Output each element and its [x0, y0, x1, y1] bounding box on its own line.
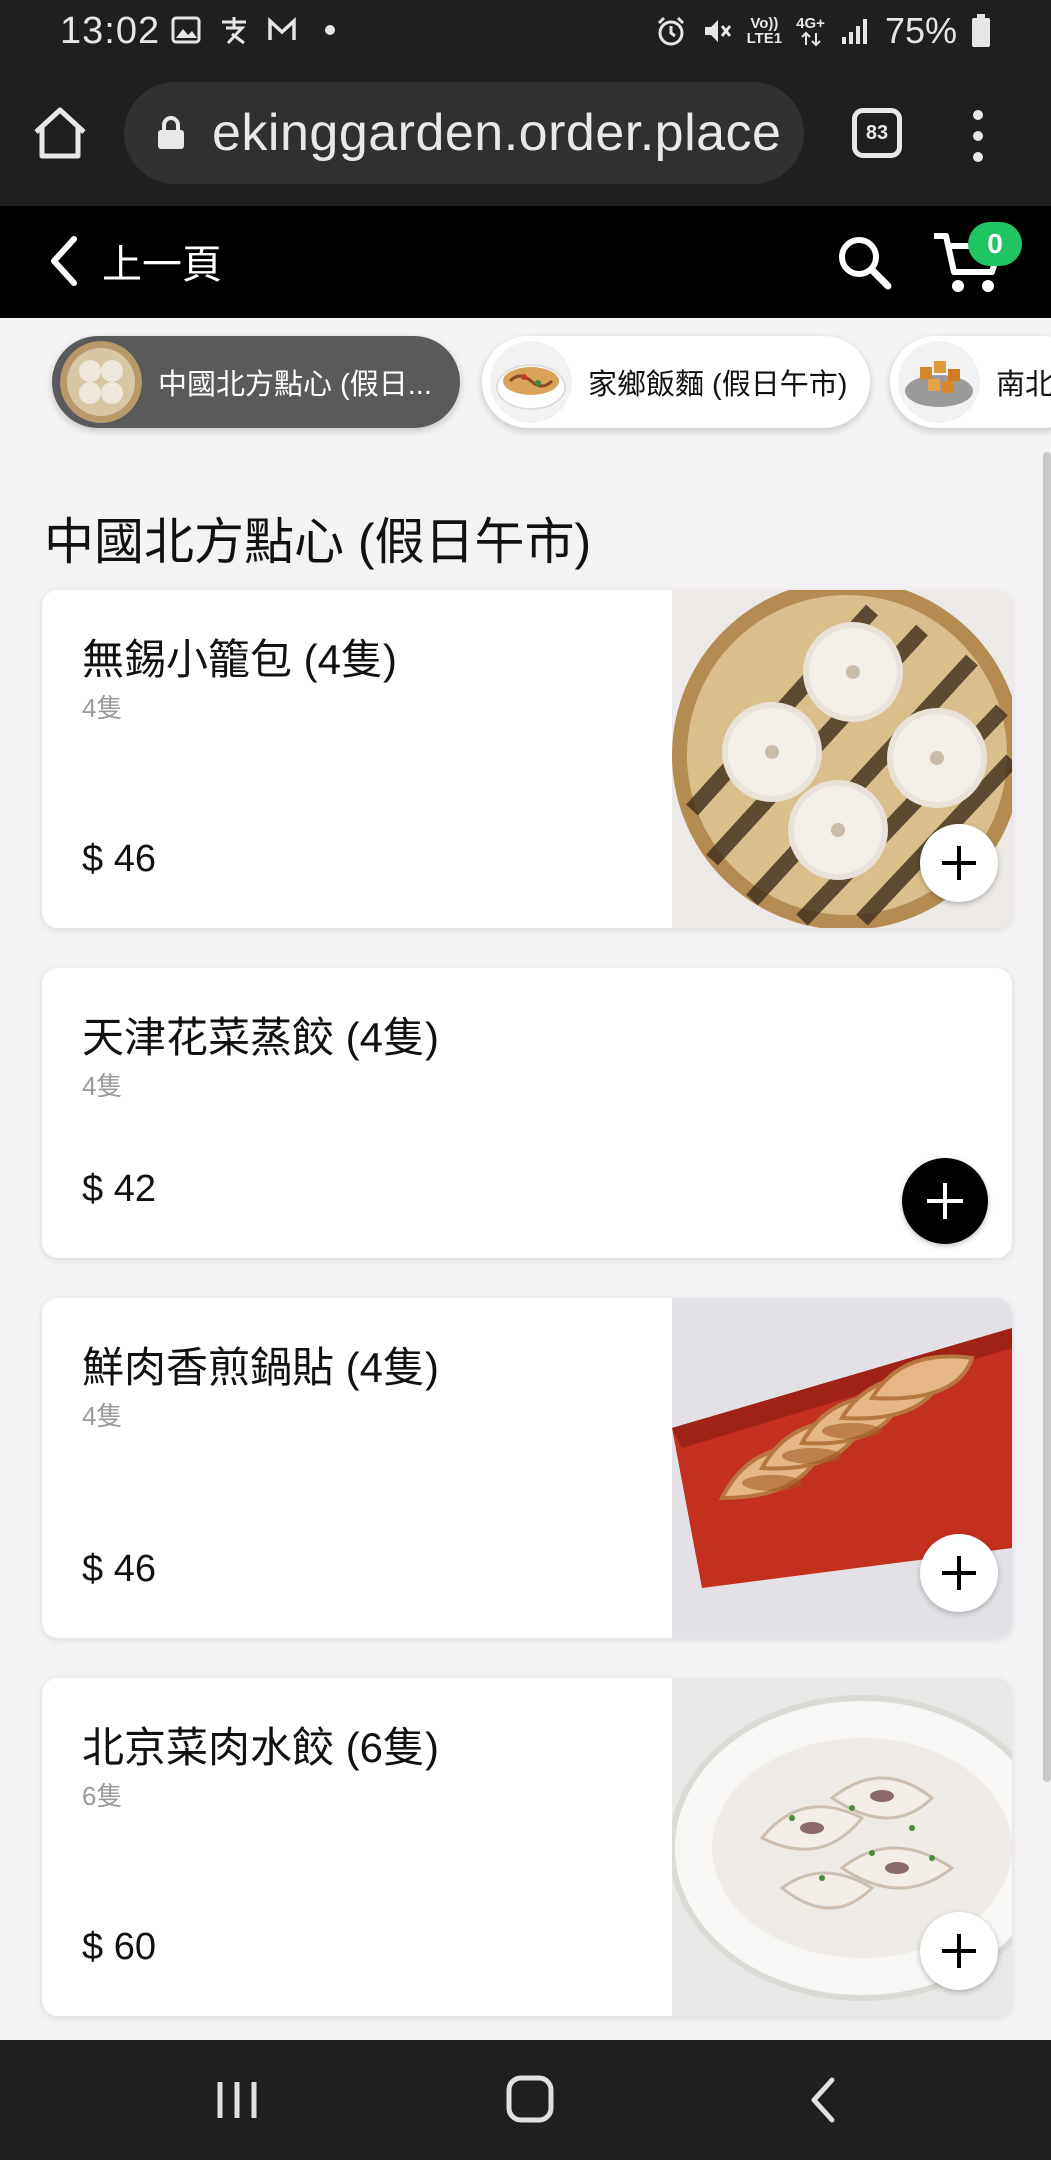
chevron-left-icon [51, 236, 77, 286]
noodle-bowl-thumb-icon [490, 341, 572, 423]
item-price: $ 42 [82, 1168, 156, 1210]
plus-icon [927, 1183, 963, 1219]
mute-icon [704, 20, 731, 42]
add-to-cart-button[interactable] [920, 1912, 998, 1990]
item-description: 4隻 [82, 693, 123, 723]
plus-icon [942, 846, 976, 880]
item-name: 鮮肉香煎鍋貼 (4隻) [82, 1344, 440, 1391]
gallery-icon [171, 16, 201, 44]
address-bar[interactable]: ekinggarden.order.place [124, 82, 804, 184]
menu-dot [973, 131, 983, 141]
item-description: 4隻 [82, 1401, 123, 1431]
url-text: ekinggarden.order.place [212, 104, 782, 162]
menu-dot [973, 152, 983, 162]
item-description: 6隻 [82, 1781, 123, 1811]
xiaolongbao-thumb-icon [60, 341, 142, 423]
category-tab-north-south[interactable]: 南北... [890, 336, 1051, 428]
home-icon[interactable] [28, 102, 92, 166]
home-nav-icon[interactable] [495, 2070, 565, 2130]
lock-icon [158, 116, 184, 149]
network-lte-label: LTE1 [746, 30, 783, 47]
menu-item-card[interactable]: 無錫小籠包 (4隻) 4隻 $ 46 [42, 590, 1012, 928]
search-icon[interactable] [836, 234, 892, 290]
plus-icon [942, 1934, 976, 1968]
category-label: 家鄉飯麵 (假日午市) [588, 369, 848, 401]
item-price: $ 46 [82, 1548, 156, 1590]
category-label: 南北... [996, 369, 1051, 401]
back-label: 上一頁 [102, 243, 222, 287]
plus-icon [942, 1556, 976, 1590]
add-to-cart-button[interactable] [920, 824, 998, 902]
section-title: 中國北方點心 (假日午市) [44, 514, 592, 570]
dot-icon [325, 25, 335, 35]
category-tabs: 中國北方點心 (假日... 家鄉飯麵 (假日午市) 南北... [0, 336, 1051, 436]
page-scrollbar[interactable] [1043, 452, 1051, 1782]
status-time: 13:02 [60, 10, 161, 52]
item-name: 無錫小籠包 (4隻) [82, 636, 398, 683]
item-price: $ 60 [82, 1926, 156, 1968]
site-header: 上一頁 0 [0, 206, 1051, 318]
alarm-icon [657, 16, 684, 46]
battery-percent: 75% [884, 10, 957, 51]
browser-menu-button[interactable] [960, 106, 996, 166]
network-gen: 4G+ [796, 16, 825, 47]
back-button[interactable]: 上一頁 [46, 232, 222, 290]
menu-content: 中國北方點心 (假日... 家鄉飯麵 (假日午市) 南北... 中國北方點心 [0, 318, 1051, 2040]
data-arrows-icon [800, 31, 821, 46]
browser-toolbar: ekinggarden.order.place 83 [0, 64, 1051, 204]
menu-item-card[interactable]: 鮮肉香煎鍋貼 (4隻) 4隻 $ 46 [42, 1298, 1012, 1638]
gmail-icon [268, 17, 296, 40]
fried-snack-thumb-icon [898, 341, 980, 423]
battery-icon [972, 14, 990, 47]
item-name: 北京菜肉水餃 (6隻) [82, 1724, 440, 1771]
network-volte-label: Vo)) [750, 15, 779, 32]
status-bar: 13:02 Vo)) LTE1 4G+ 75% [0, 0, 1051, 64]
add-to-cart-button[interactable] [920, 1534, 998, 1612]
item-price: $ 46 [82, 838, 156, 880]
add-to-cart-button[interactable] [902, 1158, 988, 1244]
category-tab-northern-dimsum[interactable]: 中國北方點心 (假日... [52, 336, 460, 428]
chat-app-icon [222, 17, 246, 45]
menu-item-card[interactable]: 北京菜肉水餃 (6隻) 6隻 $ 60 [42, 1678, 1012, 2016]
back-nav-icon[interactable] [790, 2070, 860, 2130]
tab-switcher-button[interactable]: 83 [852, 108, 902, 158]
category-tab-home-rice-noodles[interactable]: 家鄉飯麵 (假日午市) [482, 336, 870, 428]
system-nav-bar [0, 2040, 1051, 2160]
recent-apps-icon[interactable] [202, 2070, 272, 2130]
menu-item-card[interactable]: 天津花菜蒸餃 (4隻) 4隻 $ 42 [42, 968, 1012, 1258]
category-label: 中國北方點心 (假日... [158, 369, 432, 401]
item-description: 4隻 [82, 1071, 123, 1101]
network-label: Vo)) LTE1 [747, 16, 783, 46]
cart-count-badge: 0 [968, 222, 1022, 266]
status-right-icons: Vo)) LTE1 4G+ 75% [655, 10, 991, 52]
menu-dot [973, 110, 983, 120]
item-name: 天津花菜蒸餃 (4隻) [82, 1014, 440, 1061]
status-notification-icons [170, 14, 346, 46]
network-gen-label: 4G+ [796, 14, 825, 32]
signal-icon [841, 19, 867, 44]
